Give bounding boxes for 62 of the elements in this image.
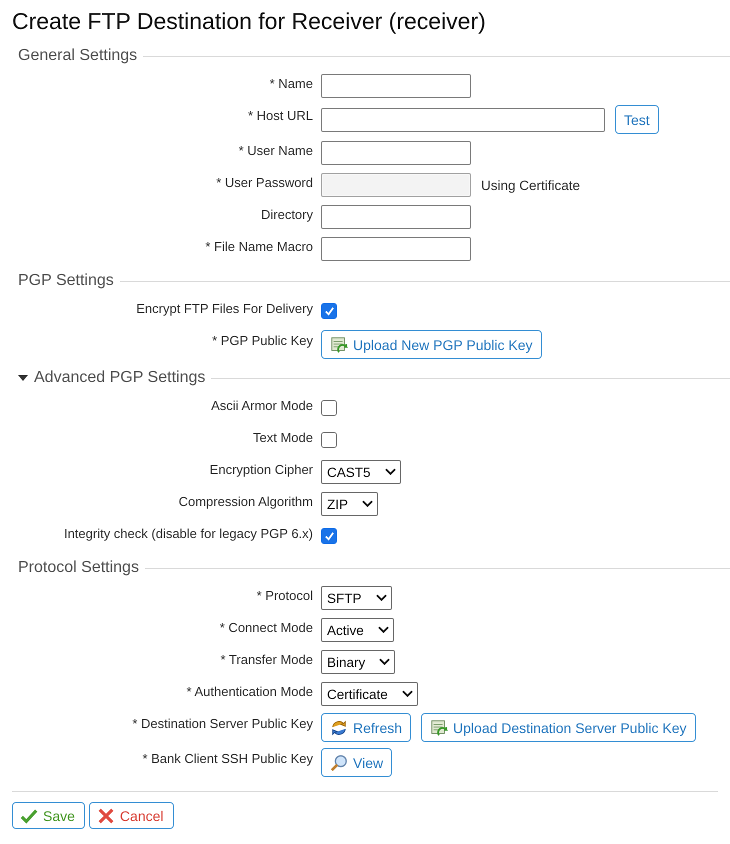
refresh-button[interactable]: Refresh	[321, 713, 412, 742]
field-label: * Connect Mode	[218, 619, 313, 637]
refresh-icon	[330, 718, 348, 736]
checkbox[interactable]	[321, 303, 337, 319]
field-label: * Host URL	[246, 107, 313, 125]
checkbox[interactable]	[321, 400, 337, 416]
cross-icon	[96, 806, 115, 824]
field-label: Compression Algorithm	[178, 493, 313, 511]
chevron-down-icon	[362, 500, 374, 508]
field-label: * Protocol	[256, 587, 313, 605]
field-label: Ascii Armor Mode	[210, 397, 313, 415]
chevron-down-icon	[378, 626, 389, 634]
section-heading: General Settings	[18, 47, 138, 65]
dropdown[interactable]: CAST5	[321, 460, 401, 484]
dropdown[interactable]: Active	[321, 618, 394, 642]
checkmark-icon	[324, 530, 334, 542]
section-heading: Advanced PGP Settings	[34, 369, 206, 387]
chevron-down-icon	[379, 658, 390, 666]
dropdown[interactable]: Binary	[321, 650, 396, 674]
upload-icon	[330, 336, 348, 354]
text-field[interactable]	[321, 205, 471, 229]
field-label: * Bank Client SSH Public Key	[141, 750, 313, 768]
field-label: * Name	[268, 75, 313, 93]
view-button[interactable]: View	[321, 748, 392, 777]
upload-button[interactable]: Upload Destination Server Public Key	[421, 713, 696, 742]
field-label: * Authentication Mode	[186, 683, 313, 701]
text-field[interactable]	[321, 108, 605, 132]
magnifier-icon	[330, 754, 348, 772]
note-text: Using Certificate	[481, 178, 580, 192]
dropdown[interactable]: SFTP	[321, 586, 392, 610]
checkmark-icon	[20, 806, 38, 824]
field-label: Encryption Cipher	[208, 461, 313, 479]
field-label: * Transfer Mode	[220, 651, 313, 669]
field-label: Encrypt FTP Files For Delivery	[135, 300, 313, 318]
chevron-down-icon	[376, 594, 387, 602]
cancel-button[interactable]: Cancel	[88, 802, 174, 829]
dropdown[interactable]: ZIP	[321, 492, 378, 516]
upload-button[interactable]: Upload New PGP Public Key	[321, 330, 542, 359]
text-field[interactable]	[321, 237, 471, 261]
field-label: Text Mode	[252, 429, 313, 447]
checkbox[interactable]	[321, 528, 337, 544]
save-button[interactable]: Save	[12, 802, 85, 829]
field-label: Directory	[260, 206, 313, 224]
text-field[interactable]	[321, 141, 471, 165]
upload-icon	[430, 718, 448, 736]
field-label: * User Name	[238, 142, 313, 160]
field-label: * PGP Public Key	[211, 332, 313, 350]
checkmark-icon	[324, 306, 334, 316]
expand-triangle-icon[interactable]	[18, 375, 28, 381]
test-button[interactable]: Test	[615, 105, 659, 134]
page-title: Create FTP Destination for Receiver (receiver)	[12, 8, 487, 35]
chevron-down-icon	[402, 690, 413, 698]
section-heading: Protocol Settings	[18, 559, 139, 577]
field-label: Integrity check (disable for legacy PGP 6.x)	[62, 525, 313, 543]
chevron-down-icon	[384, 468, 396, 476]
checkbox[interactable]	[321, 432, 337, 448]
section-heading: PGP Settings	[18, 272, 114, 290]
field-label: * Destination Server Public Key	[131, 715, 313, 733]
dropdown[interactable]: Certificate	[321, 682, 418, 706]
field-label: * File Name Macro	[204, 238, 313, 256]
field-label: * User Password	[215, 174, 313, 192]
text-field[interactable]	[321, 74, 471, 98]
